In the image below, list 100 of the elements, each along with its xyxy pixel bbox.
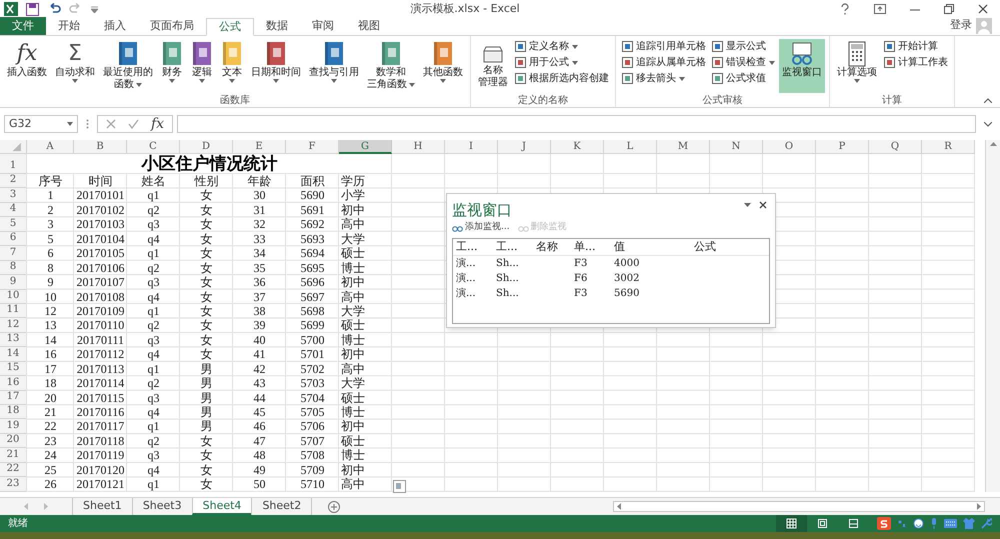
- column-header[interactable]: K: [551, 140, 604, 154]
- customize-toolbar-icon[interactable]: [91, 6, 98, 12]
- smiley-icon[interactable]: [913, 518, 924, 529]
- keyboard-icon[interactable]: [944, 519, 957, 528]
- ribbon-display-icon[interactable]: [874, 4, 886, 14]
- column-header[interactable]: 工...: [496, 238, 536, 254]
- row-header[interactable]: 2: [0, 174, 27, 188]
- ribbon-button[interactable]: 追踪从属单元格: [620, 56, 708, 69]
- row-header[interactable]: 9: [0, 275, 27, 290]
- save-icon[interactable]: [26, 2, 39, 16]
- ribbon-tab[interactable]: 开始: [46, 17, 92, 35]
- ribbon-button[interactable]: 显示公式: [710, 40, 777, 53]
- ribbon-button[interactable]: 数学和 三角函数: [364, 39, 418, 93]
- column-header[interactable]: P: [816, 140, 869, 154]
- ribbon-button[interactable]: 根据所选内容创建: [513, 72, 611, 85]
- column-header[interactable]: Q: [869, 140, 922, 154]
- ribbon-tab[interactable]: 文件: [0, 17, 46, 35]
- row-header[interactable]: 18: [0, 405, 27, 420]
- ribbon-button[interactable]: 日期和时间: [248, 39, 304, 93]
- column-header[interactable]: M: [657, 140, 710, 154]
- ribbon-button[interactable]: 计算选项: [834, 39, 880, 93]
- column-header[interactable]: R: [922, 140, 975, 154]
- enter-icon[interactable]: [128, 119, 139, 129]
- ribbon-tab[interactable]: 审阅: [300, 17, 346, 35]
- row-header[interactable]: 14: [0, 347, 27, 362]
- row-header[interactable]: 16: [0, 376, 27, 391]
- column-header[interactable]: B: [74, 140, 127, 154]
- ribbon-button[interactable]: 逻辑: [188, 39, 216, 93]
- table-cell-text: 女: [200, 290, 214, 304]
- column-header[interactable]: 单...: [574, 238, 614, 254]
- ribbon-button[interactable]: 查找与引用: [306, 39, 362, 93]
- cancel-icon[interactable]: [106, 119, 116, 129]
- column-header[interactable]: E: [233, 140, 286, 154]
- column-header[interactable]: I: [445, 140, 498, 154]
- column-header[interactable]: N: [710, 140, 763, 154]
- ribbon-tab[interactable]: 视图: [346, 17, 392, 35]
- column-header[interactable]: D: [180, 140, 233, 154]
- column-header[interactable]: L: [604, 140, 657, 154]
- ribbon-tab[interactable]: 页面布局: [138, 17, 206, 35]
- column-header[interactable]: H: [392, 140, 445, 154]
- sign-in-link[interactable]: 登录: [946, 16, 976, 33]
- column-header[interactable]: G: [339, 140, 392, 154]
- ribbon-button[interactable]: 监视窗口: [779, 39, 825, 93]
- table-cell-text: 男: [200, 376, 214, 391]
- row-header[interactable]: 3: [0, 188, 27, 203]
- vertical-scrollbar[interactable]: [985, 140, 1000, 492]
- row-header[interactable]: 21: [0, 448, 27, 463]
- view-button[interactable]: [776, 515, 807, 532]
- column-header[interactable]: 值: [614, 238, 694, 254]
- ribbon-button[interactable]: 名称 管理器: [475, 39, 511, 93]
- help-icon[interactable]: [840, 3, 850, 15]
- ribbon-tab[interactable]: 数据: [254, 17, 300, 35]
- collapse-ribbon-icon[interactable]: [984, 98, 992, 103]
- table-cell-text: 5697: [300, 290, 326, 304]
- ribbon-button[interactable]: 定义名称: [513, 40, 611, 53]
- sheet-tab[interactable]: Sheet4: [192, 498, 252, 515]
- row-header[interactable]: 5: [0, 217, 27, 232]
- column-header[interactable]: O: [763, 140, 816, 154]
- close-icon[interactable]: [978, 4, 988, 14]
- ribbon-button[interactable]: 错误检查: [710, 56, 777, 69]
- row-header[interactable]: 7: [0, 246, 27, 261]
- horizontal-scrollbar[interactable]: [613, 501, 985, 512]
- ribbon-button[interactable]: Σ 自动求和: [52, 39, 98, 93]
- ribbon-tab[interactable]: 插入: [92, 17, 138, 35]
- ribbon-button[interactable]: 财务: [158, 39, 186, 93]
- ribbon-button[interactable]: 文本: [218, 39, 246, 93]
- restore-icon[interactable]: [944, 4, 954, 14]
- name-box[interactable]: G32: [4, 115, 78, 133]
- toolbar-button[interactable]: 添加监视...: [452, 221, 510, 234]
- row-header[interactable]: 23: [0, 477, 27, 492]
- caret-icon[interactable]: [744, 203, 751, 207]
- column-header[interactable]: 名称: [536, 238, 574, 254]
- ribbon-tab[interactable]: 公式: [206, 18, 254, 36]
- row-header[interactable]: 19: [0, 419, 27, 434]
- column-header[interactable]: 公式: [694, 238, 774, 254]
- input-method-logo-icon[interactable]: [877, 517, 891, 530]
- row-header[interactable]: 1: [0, 154, 27, 174]
- column-header[interactable]: C: [127, 140, 180, 154]
- column-header[interactable]: F: [286, 140, 339, 154]
- ribbon-button[interactable]: 开始计算: [882, 40, 950, 53]
- ribbon-button[interactable]: 最近使用的 函数: [100, 39, 156, 93]
- column-header[interactable]: 工...: [456, 238, 496, 254]
- row-header[interactable]: 12: [0, 318, 27, 333]
- ribbon-button[interactable]: 公式求值: [710, 72, 777, 85]
- table-cell-text: 面积: [300, 174, 326, 188]
- ribbon-button[interactable]: 计算工作表: [882, 56, 950, 69]
- ribbon-button[interactable]: 移去箭头: [620, 72, 708, 85]
- column-header[interactable]: J: [498, 140, 551, 154]
- ribbon-button[interactable]: 其他函数: [420, 39, 466, 93]
- insert-function-button[interactable]: fx: [151, 117, 164, 131]
- ribbon-button[interactable]: 追踪引用单元格: [620, 40, 708, 53]
- ribbon-button[interactable]: 用于公式: [513, 56, 611, 69]
- row-header[interactable]: 10: [0, 290, 27, 304]
- paste-options-icon[interactable]: [393, 480, 406, 493]
- close-icon[interactable]: [759, 201, 767, 209]
- formula-input[interactable]: [177, 115, 976, 133]
- expand-icon[interactable]: [984, 122, 992, 126]
- column-header[interactable]: A: [27, 140, 74, 154]
- add-sheet-icon[interactable]: [328, 500, 340, 512]
- ribbon-button[interactable]: fx 插入函数: [4, 39, 50, 93]
